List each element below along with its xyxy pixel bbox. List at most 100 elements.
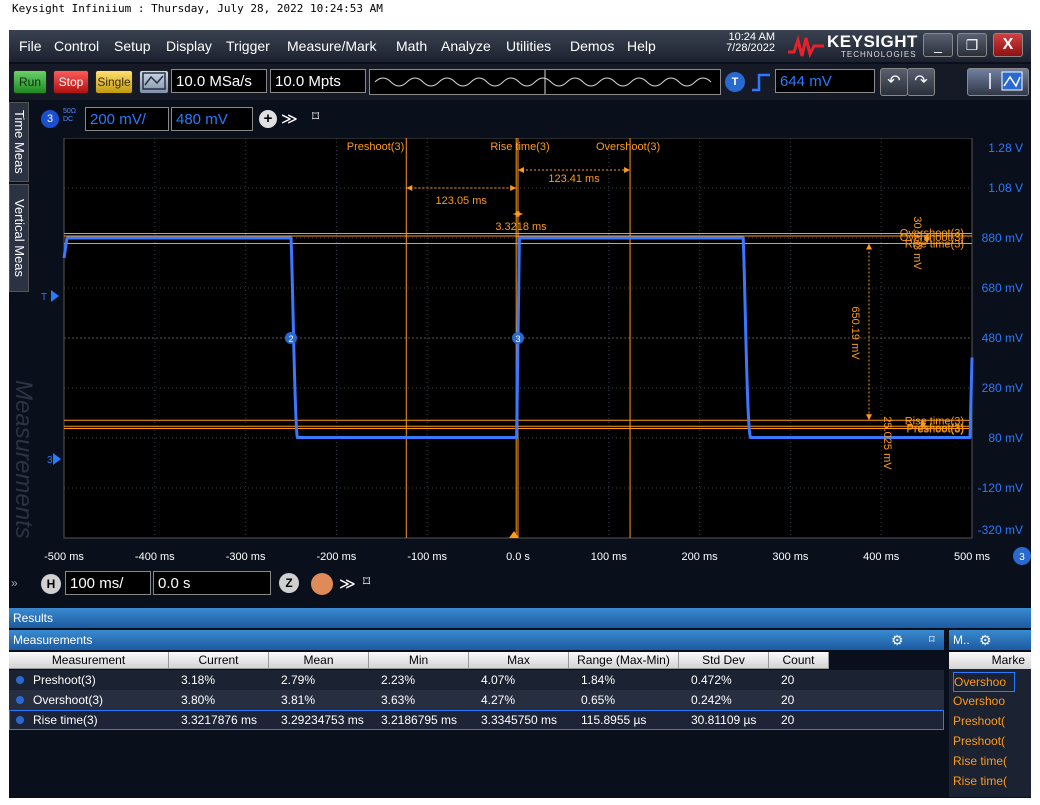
ground-reference-marker[interactable]: 3 <box>47 453 61 466</box>
channel-3-scale-field[interactable]: 200 mV/ <box>85 107 169 131</box>
horizontal-badge[interactable]: H <box>41 574 61 594</box>
restore-button[interactable]: ❐ <box>957 33 987 57</box>
table-row[interactable]: Preshoot(3) 3.18% 2.79% 2.23% 4.07% 1.84% 0.47… <box>9 670 944 690</box>
rising-edge-icon <box>752 73 770 92</box>
cell-std: 0.472% <box>691 673 732 687</box>
autoscale-button[interactable] <box>139 70 169 94</box>
markers-panel-header: M.. ⚙ <box>949 630 1031 650</box>
channel-3-offset-field[interactable]: 480 mV <box>171 107 253 131</box>
table-row[interactable]: Rise time(3) 3.3217876 ms 3.29234753 ms 3.2… <box>9 710 944 730</box>
menu-control[interactable]: Control <box>54 38 99 54</box>
x-tick-label: 300 ms <box>772 551 809 563</box>
horizontal-position-field[interactable]: 0.0 s <box>153 571 271 595</box>
menu-utilities[interactable]: Utilities <box>506 38 551 54</box>
menu-display[interactable]: Display <box>166 38 212 54</box>
brand-subtitle: TECHNOLOGIES <box>841 50 917 59</box>
horizontal-scale-field[interactable]: 100 ms/ <box>65 571 151 595</box>
menu-demos[interactable]: Demos <box>570 38 614 54</box>
markers-column-header: Marke <box>949 652 1031 669</box>
menu-math[interactable]: Math <box>396 38 427 54</box>
column-header[interactable]: Max <box>469 652 569 669</box>
x-tick-label: -400 ms <box>135 551 175 563</box>
cell-min: 2.23% <box>381 673 416 687</box>
column-header[interactable]: Mean <box>269 652 369 669</box>
trigger-level-marker[interactable]: T <box>41 290 59 303</box>
add-channel-button[interactable]: + <box>259 110 277 128</box>
trigger-level-field[interactable]: 644 mV <box>775 69 875 93</box>
expand-panel-button[interactable]: » <box>11 576 18 590</box>
menu-file[interactable]: File <box>19 38 42 54</box>
menu-analyze[interactable]: Analyze <box>441 38 491 54</box>
column-header[interactable]: Min <box>369 652 469 669</box>
cell-current: 3.18% <box>181 673 216 687</box>
cell-std: 0.242% <box>691 693 732 707</box>
menu-trigger[interactable]: Trigger <box>226 38 270 54</box>
cell-name: Overshoot(3) <box>33 693 104 707</box>
cell-range: 115.8955 µs <box>581 713 647 727</box>
cell-min: 3.2186795 ms <box>381 713 458 727</box>
ground-mark-label: 3 <box>47 455 53 466</box>
channel-3-coupling: 50Ω DC <box>63 108 77 123</box>
screenshot-caption: Keysight Infiniium : Thursday, July 28, … <box>12 2 383 15</box>
marker-list-item[interactable]: Preshoot( <box>953 712 1013 730</box>
markers-title: M.. <box>953 633 970 647</box>
marker-list-item[interactable]: Overshoo <box>953 672 1015 692</box>
y-tick-label: -320 mV <box>978 523 1023 537</box>
measurements-pin-icon[interactable]: ⌑ <box>929 630 935 650</box>
column-header[interactable]: Range (Max-Min) <box>569 652 679 669</box>
menu-help[interactable]: Help <box>627 38 656 54</box>
cell-range: 0.65% <box>581 693 616 707</box>
marker-label-preshoot_top: Preshoot(3) <box>347 141 404 153</box>
waveform-overview[interactable] <box>369 69 721 95</box>
scope-display[interactable]: 2 3 123.05 ms 123.41 ms 3.3218 ms 650.19 mV 3… <box>9 138 1031 568</box>
menu-bar: File Control Setup Display Trigger Measu… <box>9 30 1031 62</box>
column-header[interactable]: Count <box>769 652 829 669</box>
marker-list-item[interactable]: Preshoot( <box>953 732 1013 750</box>
menu-setup[interactable]: Setup <box>114 38 151 54</box>
zoom-stop-icon[interactable] <box>311 573 333 595</box>
horizontal-pin-button[interactable]: ⌑ <box>363 573 370 590</box>
table-row[interactable]: Overshoot(3) 3.80% 3.81% 3.63% 4.27% 0.65% 0.2… <box>9 690 944 710</box>
cell-count: 20 <box>781 693 795 707</box>
marker-list-item[interactable]: Rise time( <box>953 772 1013 790</box>
redo-button[interactable]: ↷ <box>907 68 935 96</box>
y-tick-label: 80 mV <box>988 431 1023 445</box>
column-header[interactable]: Measurement <box>9 652 169 669</box>
y-tick-label: 280 mV <box>982 381 1023 395</box>
stop-button[interactable]: Stop <box>53 70 89 94</box>
channel-pin-button[interactable]: ⌑ <box>312 108 319 125</box>
single-button[interactable]: Single <box>95 70 133 94</box>
channel-more-button[interactable]: ≫ <box>281 109 298 129</box>
menu-measure-mark[interactable]: Measure/Mark <box>287 38 376 54</box>
markers-settings-icon[interactable]: ⚙ <box>979 630 992 650</box>
zoom-tool-button[interactable] <box>967 68 1029 96</box>
horizontal-more-button[interactable]: ≫ <box>339 574 356 594</box>
column-header[interactable]: Current <box>169 652 269 669</box>
measurements-settings-icon[interactable]: ⚙ <box>891 630 904 650</box>
minimize-button[interactable]: _ <box>923 33 953 57</box>
undo-button[interactable]: ↶ <box>880 68 908 96</box>
y-axis-labels: 1.28 V 1.08 V 880 mV 680 mV 480 mV 280 mV 80 m… <box>978 141 1023 537</box>
sample-rate-field[interactable]: 10.0 MSa/s <box>171 69 267 93</box>
horizontal-axis-badge-label: 3 <box>1019 552 1025 563</box>
x-tick-label: -500 ms <box>44 551 84 563</box>
cell-range: 1.84% <box>581 673 616 687</box>
zoom-button[interactable]: Z <box>279 573 299 593</box>
x-axis-labels: -500 ms -400 ms -300 ms -200 ms -100 ms 0.0 s… <box>44 551 990 563</box>
close-button[interactable]: X <box>993 33 1023 57</box>
cell-name: Preshoot(3) <box>33 673 96 687</box>
waveform-overview-trace <box>374 70 712 94</box>
memory-depth-field[interactable]: 10.0 Mpts <box>270 69 366 93</box>
markers-list: Marke Overshoo Overshoo Preshoot( Preshoot(… <box>949 652 1031 797</box>
cell-mean: 3.81% <box>281 693 316 707</box>
marker-list-item[interactable]: Rise time( <box>953 752 1013 770</box>
measurements-panel-header: Measurements ⚙ ⌑ <box>9 630 944 650</box>
marker-list-item[interactable]: Overshoo <box>953 692 1013 710</box>
trigger-badge[interactable]: T <box>725 72 745 92</box>
brand-logo: KEYSIGHT <box>827 32 918 51</box>
run-button[interactable]: Run <box>13 70 47 94</box>
column-header[interactable]: Std Dev <box>679 652 769 669</box>
marker-label-risetime_right_top: Rise time(3) <box>905 239 964 251</box>
x-tick-label: 0.0 s <box>506 551 530 563</box>
channel-3-badge[interactable]: 3 <box>41 110 59 128</box>
